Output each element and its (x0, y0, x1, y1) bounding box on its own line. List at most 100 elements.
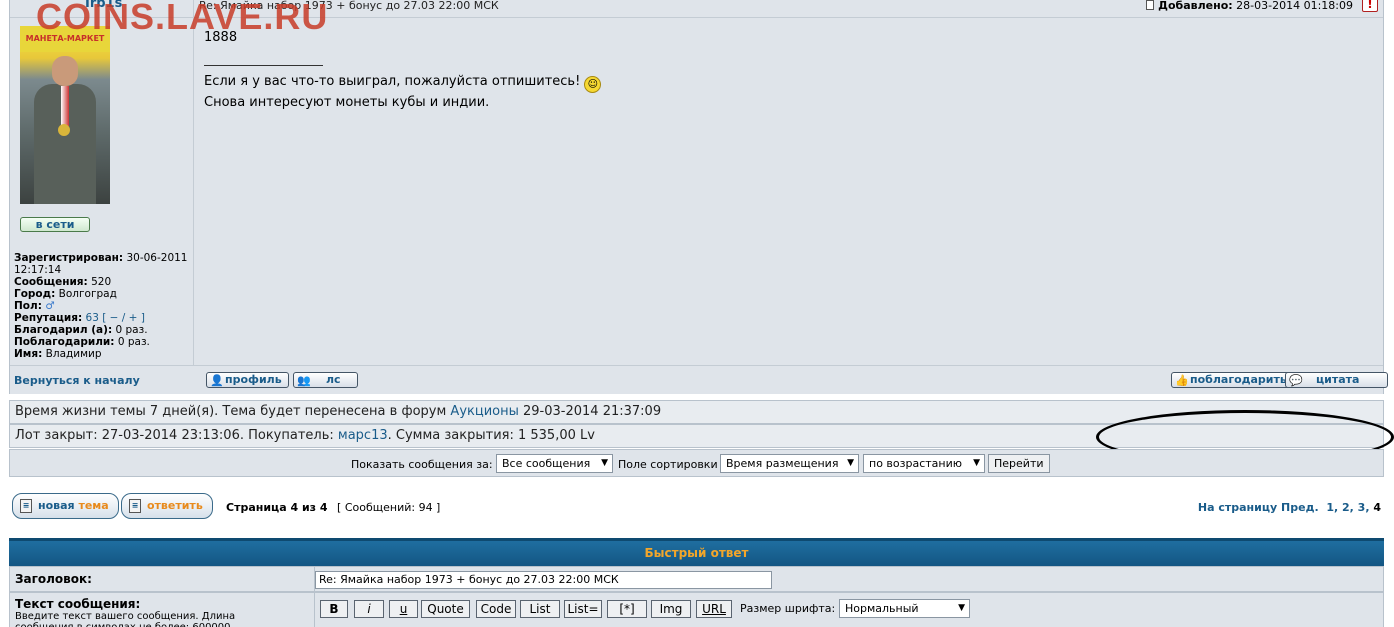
signature-text-1: Если я у вас что-то выиграл, пожалуйста … (204, 74, 581, 89)
italic-button[interactable]: i (354, 600, 384, 618)
new-topic-button[interactable]: ≡ новая тема (12, 493, 119, 519)
image-button[interactable]: Img (651, 600, 691, 618)
topic-life-date: 29-03-2014 21:37:09 (523, 404, 662, 419)
was-thanked-label: Поблагодарили: (14, 336, 115, 348)
profile-button-label: профиль (225, 373, 282, 386)
code-button[interactable]: Code (476, 600, 516, 618)
ordered-list-button[interactable]: List= (564, 600, 602, 618)
quick-reply-text-row: Текст сообщения: Введите текст вашего со… (9, 592, 1384, 627)
messages-label: Сообщения: (14, 276, 88, 288)
was-thanked-value: 0 раз. (117, 336, 150, 348)
male-icon: ♂ (45, 300, 55, 312)
city-label: Город: (14, 288, 56, 300)
name-value: Владимир (45, 348, 102, 360)
subject-label: Заголовок: (15, 572, 92, 586)
avatar-medal (58, 124, 70, 136)
current-page: 4 (1373, 501, 1381, 514)
back-to-top-link[interactable]: Вернуться к началу (14, 374, 140, 387)
underline-button[interactable]: u (389, 600, 418, 618)
thanked-label: Благодарил (а): (14, 324, 113, 336)
document-icon: ≡ (129, 499, 141, 513)
show-label: Показать сообщения за: (351, 458, 493, 471)
name-label: Имя: (14, 348, 43, 360)
quote-button[interactable]: 💬 цитата (1285, 372, 1389, 388)
prev-page-link[interactable]: Пред. (1281, 501, 1319, 514)
document-icon: ≡ (20, 499, 32, 513)
new-topic-label-2: тема (78, 499, 109, 512)
avatar: МАНЕТА-МАРКЕТ (20, 26, 110, 204)
sort-bar: Показать сообщения за: Все сообщения ▼ По… (9, 449, 1384, 477)
page-navigation: На страницу Пред. 1, 2, 3, 4 (1197, 501, 1381, 514)
dropdown-arrow-icon: ▼ (847, 458, 854, 468)
sort-field-select[interactable]: Время размещения ▼ (720, 454, 859, 473)
city-value: Волгоград (58, 288, 117, 300)
reply-button[interactable]: ≡ ответить (121, 493, 213, 519)
online-status-badge: в сети (20, 217, 90, 232)
buyer-link[interactable]: марс13 (338, 428, 388, 443)
list-item-button[interactable]: [*] (607, 600, 647, 618)
reply-label: ответить (147, 499, 203, 512)
pm-button[interactable]: 👥 лс (293, 372, 358, 388)
subject-input[interactable]: Re: Ямайка набор 1973 + бонус до 27.03 2… (315, 571, 772, 589)
user-icon: 👤 (210, 374, 224, 387)
show-period-select[interactable]: Все сообщения ▼ (496, 454, 613, 473)
users-icon: 👥 (297, 374, 311, 387)
smiley-icon: ☺ (584, 76, 602, 93)
dropdown-arrow-icon: ▼ (958, 603, 965, 613)
dropdown-arrow-icon: ▼ (973, 458, 980, 468)
profile-button[interactable]: 👤 профиль (206, 372, 289, 388)
profile-info: Зарегистрирован: 30-06-2011 12:17:14 Соо… (14, 252, 192, 360)
avatar-figure-head (52, 56, 78, 86)
quote-button-label: цитата (1316, 373, 1360, 386)
goto-label: На страницу (1197, 501, 1278, 514)
registered-label: Зарегистрирован: (14, 252, 124, 264)
page-link-3[interactable]: 3 (1358, 501, 1366, 514)
reputation-label: Репутация: (14, 312, 83, 324)
quote-format-button[interactable]: Quote (421, 600, 470, 618)
thanked-value: 0 раз. (115, 324, 148, 336)
signature-divider (204, 65, 323, 66)
quick-reply-subject-row: Заголовок: Re: Ямайка набор 1973 + бонус… (9, 566, 1384, 592)
quick-reply-title: Быстрый ответ (9, 538, 1384, 566)
subject-label-cell: Заголовок: (10, 567, 315, 591)
sort-field-value: Время размещения (726, 457, 839, 470)
bold-button[interactable]: B (320, 600, 348, 618)
url-button[interactable]: URL (696, 600, 732, 618)
thank-button-label: поблагодарить (1190, 373, 1287, 386)
dropdown-arrow-icon: ▼ (601, 458, 608, 468)
go-button[interactable]: Перейти (988, 454, 1050, 473)
font-size-value: Нормальный (845, 602, 919, 615)
text-label-cell: Текст сообщения: Введите текст вашего со… (10, 593, 315, 627)
lot-closed-prefix: Лот закрыт: 27-03-2014 23:13:06. Покупат… (15, 428, 334, 443)
lot-closed-suffix: . Сумма закрытия: 1 535,00 Lv (387, 428, 595, 443)
text-hint: Введите текст вашего сообщения. Длина со… (15, 611, 236, 627)
font-size-label: Размер шрифта: (740, 602, 836, 615)
font-size-select[interactable]: Нормальный ▼ (839, 599, 970, 618)
pagination-info: Страница 4 из 4 [ Сообщений: 94 ] (226, 501, 440, 514)
watermark: COINS.LAVE.RU (36, 0, 329, 37)
post-footer: Вернуться к началу 👤 профиль 👥 лс 👍 поблаго… (10, 365, 1389, 394)
messages-value: 520 (91, 276, 112, 288)
message-body: 1888 Если я у вас что-то выиграл, пожалу… (204, 28, 602, 112)
thank-button[interactable]: 👍 поблагодарить (1171, 372, 1294, 388)
topic-life-prefix: Время жизни темы 7 дней(я). Тема будет п… (15, 404, 447, 419)
thumbs-up-icon: 👍 (1175, 374, 1189, 387)
page-link-1[interactable]: 1 (1326, 501, 1334, 514)
sort-order-value: по возрастанию (869, 457, 963, 470)
post-count: [ Сообщений: 94 ] (337, 501, 441, 514)
page-link-2[interactable]: 2 (1342, 501, 1350, 514)
post: Irb1s Re: Ямайка набор 1973 + бонус до 2… (9, 0, 1389, 394)
forum-link[interactable]: Аукционы (450, 404, 518, 419)
sort-order-select[interactable]: по возрастанию ▼ (863, 454, 985, 473)
new-topic-label-1: новая (38, 499, 75, 512)
reputation-value[interactable]: 63 (86, 312, 99, 324)
reputation-controls[interactable]: [ − / + ] (102, 312, 145, 324)
list-button[interactable]: List (520, 600, 560, 618)
gender-label: Пол: (14, 300, 42, 312)
author-panel: МАНЕТА-МАРКЕТ в сети Зарегистрирован: 30… (10, 0, 194, 365)
signature-line-2: Снова интересуют монеты кубы и индии. (204, 95, 490, 110)
avatar-ribbon (61, 86, 69, 126)
sort-field-label: Поле сортировки (618, 458, 718, 471)
page-text: Страница 4 из 4 (226, 501, 328, 514)
text-label: Текст сообщения: (15, 597, 141, 611)
